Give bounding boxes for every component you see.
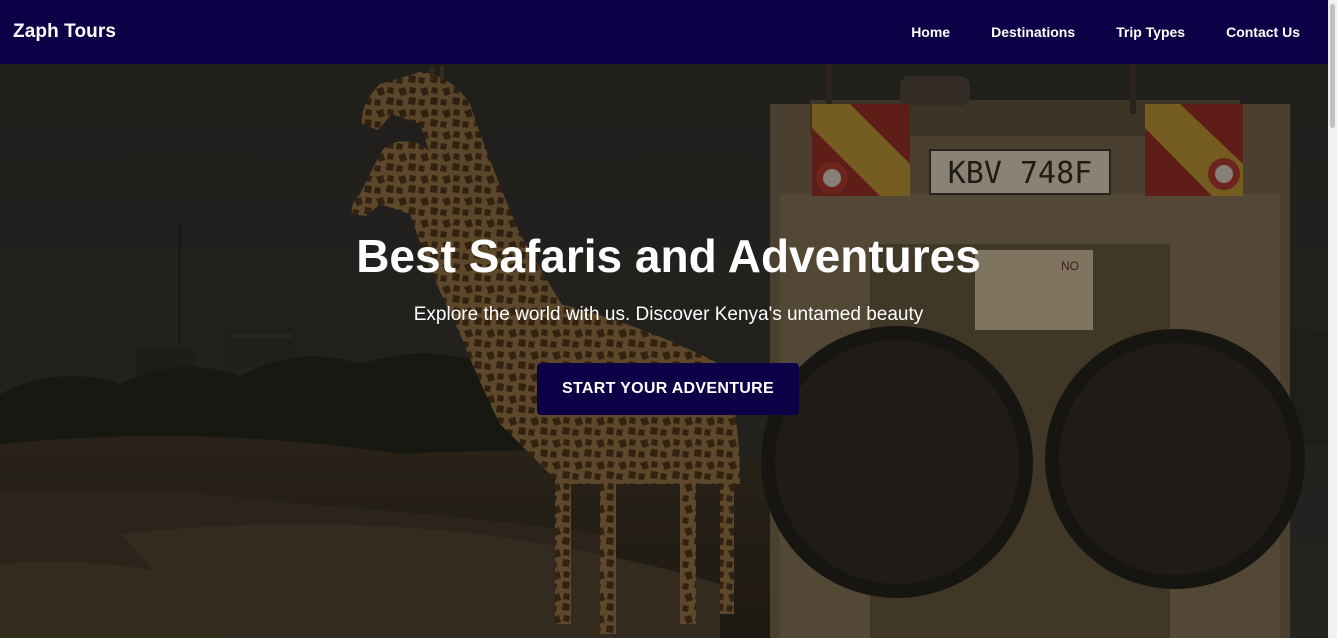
brand-logo[interactable]: Zaph Tours (13, 21, 116, 43)
nav-links: Home Destinations Trip Types Contact Us (911, 24, 1300, 40)
nav-link-home[interactable]: Home (911, 24, 950, 40)
hero-content: Best Safaris and Adventures Explore the … (0, 64, 1337, 638)
hero-subtitle: Explore the world with us. Discover Keny… (413, 304, 924, 325)
start-adventure-button[interactable]: START YOUR ADVENTURE (537, 363, 799, 415)
hero-title: Best Safaris and Adventures (356, 230, 981, 282)
nav-link-destinations[interactable]: Destinations (991, 24, 1075, 40)
scrollbar-thumb[interactable] (1330, 4, 1335, 128)
nav-link-trip-types[interactable]: Trip Types (1116, 24, 1185, 40)
vertical-scrollbar[interactable] (1328, 0, 1337, 638)
navbar: Zaph Tours Home Destinations Trip Types … (0, 0, 1337, 64)
page: Zaph Tours Home Destinations Trip Types … (0, 0, 1337, 638)
nav-link-contact-us[interactable]: Contact Us (1226, 24, 1300, 40)
hero-section: KBV 748F NO Best Safaris and Adventures … (0, 64, 1337, 638)
